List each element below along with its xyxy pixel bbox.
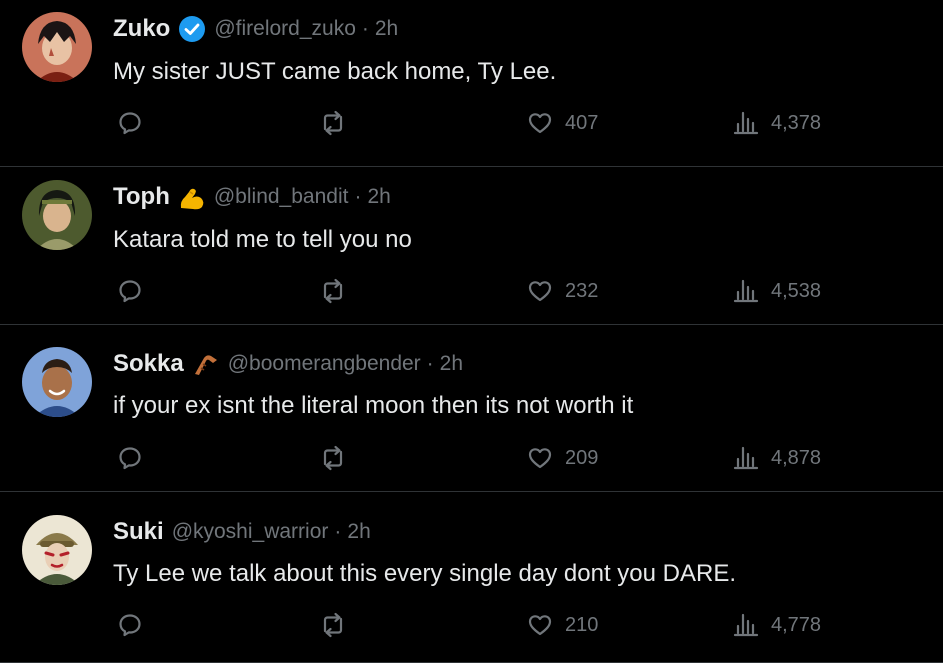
display-name[interactable]: Zuko (113, 15, 170, 43)
handle[interactable]: @blind_bandit (214, 185, 349, 209)
tweet-item[interactable]: Sokka @boomerangbender · 2h if your ex i… (0, 325, 943, 492)
like-count: 209 (565, 446, 599, 469)
tweet-header: Toph @blind_bandit · 2h (113, 182, 391, 212)
tweet-item[interactable]: Zuko @firelord_zuko · 2h My sister JUST … (0, 0, 943, 167)
like-button[interactable]: 232 (527, 278, 598, 304)
views-button[interactable]: 4,778 (733, 612, 821, 638)
tweet-header: Suki @kyoshi_warrior · 2h (113, 517, 371, 547)
tweet-item[interactable]: Toph @blind_bandit · 2h Katara told me t… (0, 158, 943, 325)
timestamp[interactable]: 2h (440, 352, 463, 376)
handle[interactable]: @firelord_zuko (214, 17, 356, 41)
retweet-icon (323, 612, 343, 638)
like-count: 210 (565, 613, 599, 636)
views-icon (733, 111, 759, 135)
reply-button[interactable] (117, 278, 143, 304)
reply-icon (119, 447, 141, 470)
views-button[interactable]: 4,878 (733, 445, 821, 471)
views-count: 4,378 (771, 111, 822, 134)
reply-button[interactable] (117, 110, 143, 136)
tweet-text: if your ex isnt the literal moon then it… (113, 392, 634, 419)
like-button[interactable]: 210 (527, 612, 598, 638)
handle[interactable]: @boomerangbender (228, 352, 421, 376)
avatar[interactable] (22, 12, 92, 82)
retweet-icon (323, 278, 343, 304)
display-name[interactable]: Toph (113, 183, 170, 211)
verified-badge-icon (178, 15, 206, 43)
display-name[interactable]: Sokka (113, 350, 184, 378)
timestamp[interactable]: 2h (367, 185, 390, 209)
retweet-icon (323, 110, 343, 136)
reply-icon (119, 614, 141, 637)
retweet-icon (323, 445, 343, 471)
display-name[interactable]: Suki (113, 518, 164, 546)
views-icon (733, 279, 759, 303)
heart-icon (528, 615, 552, 636)
views-count: 4,778 (771, 613, 822, 636)
tweet-text: My sister JUST came back home, Ty Lee. (113, 58, 557, 85)
retweet-button[interactable] (319, 612, 347, 638)
reply-button[interactable] (117, 445, 143, 471)
separator: · (426, 352, 434, 375)
handle[interactable]: @kyoshi_warrior (172, 520, 329, 544)
flexed-biceps-emoji-icon (178, 183, 206, 211)
avatar[interactable] (22, 515, 92, 585)
tweet-text: Ty Lee we talk about this every single d… (113, 560, 737, 587)
views-button[interactable]: 4,378 (733, 110, 821, 136)
separator: · (334, 520, 342, 543)
like-count: 407 (565, 111, 599, 134)
timestamp[interactable]: 2h (347, 520, 370, 544)
heart-icon (528, 448, 552, 469)
timestamp[interactable]: 2h (375, 17, 398, 41)
reply-button[interactable] (117, 612, 143, 638)
reply-icon (119, 112, 141, 135)
views-count: 4,878 (771, 446, 822, 469)
views-count: 4,538 (771, 279, 822, 302)
tweet-header: Sokka @boomerangbender · 2h (113, 349, 463, 379)
tweet-feed: Zuko @firelord_zuko · 2h My sister JUST … (0, 0, 943, 663)
tweet-item[interactable]: Suki @kyoshi_warrior · 2h Ty Lee we talk… (0, 493, 943, 663)
like-button[interactable]: 209 (527, 445, 598, 471)
avatar[interactable] (22, 347, 92, 417)
views-button[interactable]: 4,538 (733, 278, 821, 304)
like-button[interactable]: 407 (527, 110, 598, 136)
retweet-button[interactable] (319, 110, 347, 136)
like-count: 232 (565, 279, 599, 302)
heart-icon (528, 113, 552, 134)
reply-icon (119, 280, 141, 303)
retweet-button[interactable] (319, 445, 347, 471)
views-icon (733, 446, 759, 470)
avatar[interactable] (22, 180, 92, 250)
retweet-button[interactable] (319, 278, 347, 304)
views-icon (733, 613, 759, 637)
tweet-header: Zuko @firelord_zuko · 2h (113, 14, 398, 44)
separator: · (354, 185, 362, 208)
separator: · (361, 17, 369, 40)
tweet-text: Katara told me to tell you no (113, 226, 412, 253)
heart-icon (528, 281, 552, 302)
boomerang-emoji-icon (192, 350, 220, 378)
